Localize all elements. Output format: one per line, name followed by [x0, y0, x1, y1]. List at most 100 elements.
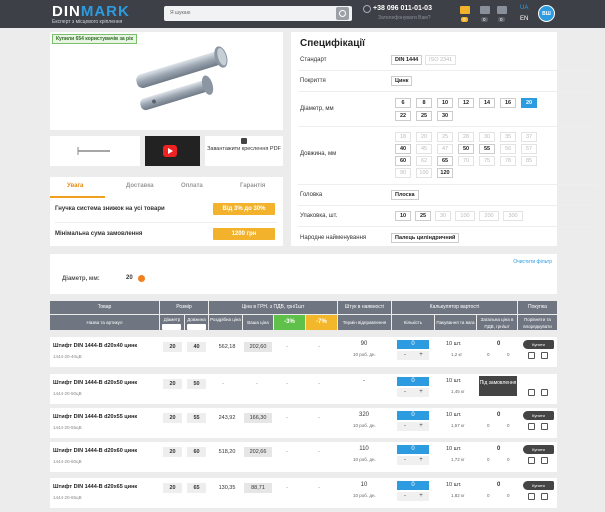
length-chip[interactable]: 47 — [437, 144, 453, 154]
length-chip[interactable]: 75 — [479, 156, 495, 166]
product-name-link[interactable]: Штифт DIN 1444-В d20х55 цинк — [53, 414, 137, 420]
favorite-icon[interactable] — [541, 457, 548, 464]
favorite-icon[interactable] — [541, 493, 548, 500]
diameter-chip[interactable]: 12 — [458, 98, 474, 108]
plus-button[interactable]: + — [413, 456, 429, 465]
search-bar[interactable]: Я шукаю — [164, 6, 352, 21]
tab-attention[interactable]: Увага — [67, 183, 83, 189]
buy-button[interactable]: Купити — [523, 411, 554, 420]
product-name-link[interactable]: Штифт DIN 1444-В d20х65 цинк — [53, 484, 137, 490]
length-chip[interactable]: 60 — [395, 156, 411, 166]
search-input[interactable]: Я шукаю — [170, 10, 190, 16]
pack-chip[interactable]: 30 — [435, 211, 451, 221]
product-name-link[interactable]: Штифт DIN 1444-В d20х60 цинк — [53, 448, 137, 454]
thumbnail-drawing[interactable] — [50, 136, 140, 166]
quantity-input[interactable]: 0 — [397, 377, 429, 386]
diameter-select[interactable] — [162, 324, 181, 330]
quantity-input[interactable]: 0 — [397, 445, 429, 454]
diameter-chip[interactable]: 25 — [416, 111, 432, 121]
search-icon[interactable] — [336, 7, 349, 20]
clear-filter-link[interactable]: Очистити фільтр — [513, 259, 552, 265]
length-chip[interactable]: 28 — [458, 132, 474, 142]
folk-chip[interactable]: Палець циліндричний — [391, 233, 460, 243]
lang-en[interactable]: EN — [520, 16, 528, 22]
length-chip[interactable]: 90 — [395, 168, 411, 178]
minus-button[interactable]: - — [397, 388, 413, 397]
compare-icon[interactable] — [480, 6, 490, 14]
plus-button[interactable]: + — [413, 351, 429, 360]
length-chip[interactable]: 25 — [437, 132, 453, 142]
product-name-link[interactable]: Штифт DIN 1444-В d20х50 цинк — [53, 380, 137, 386]
favorite-icon[interactable] — [541, 352, 548, 359]
length-chip[interactable]: 18 — [395, 132, 411, 142]
head-chip[interactable]: Плоска — [391, 190, 419, 200]
length-chip[interactable]: 100 — [416, 168, 432, 178]
diameter-chip[interactable]: 10 — [437, 98, 453, 108]
length-chip[interactable]: 65 — [437, 156, 453, 166]
lang-ua[interactable]: UA — [520, 5, 528, 11]
pack-chip[interactable]: 10 — [395, 211, 411, 221]
pack-chip[interactable]: 200 — [479, 211, 499, 221]
diameter-chip[interactable]: 8 — [416, 98, 432, 108]
buy-button[interactable]: Купити — [523, 340, 554, 349]
minus-button[interactable]: - — [397, 492, 413, 501]
plus-button[interactable]: + — [413, 492, 429, 501]
favorite-icon[interactable] — [541, 423, 548, 430]
standard-din-chip[interactable]: DIN 1444 — [391, 55, 423, 65]
length-chip[interactable]: 57 — [521, 144, 537, 154]
site-logo[interactable]: DINMARK — [52, 4, 130, 19]
length-chip[interactable]: 56 — [500, 144, 516, 154]
product-name-link[interactable]: Штифт DIN 1444-В d20х40 цинк — [53, 343, 137, 349]
compare-icon[interactable] — [528, 423, 535, 430]
video-thumbnail[interactable] — [145, 136, 200, 166]
length-chip[interactable]: 55 — [479, 144, 495, 154]
compare-icon[interactable] — [528, 389, 535, 396]
length-chip[interactable]: 62 — [416, 156, 432, 166]
length-chip[interactable]: 120 — [437, 168, 453, 178]
diameter-chip[interactable]: 30 — [437, 111, 453, 121]
compare-icon[interactable] — [528, 457, 535, 464]
coating-chip[interactable]: Цинк — [391, 76, 413, 86]
pack-chip[interactable]: 100 — [455, 211, 475, 221]
cart-icon[interactable] — [497, 6, 507, 14]
pack-chip[interactable]: 300 — [503, 211, 523, 221]
quantity-input[interactable]: 0 — [397, 481, 429, 490]
length-chip[interactable]: 20 — [416, 132, 432, 142]
buy-button[interactable]: Купити — [523, 481, 554, 490]
length-chip[interactable]: 35 — [500, 132, 516, 142]
callback-link[interactable]: Зателефонувати Вам? — [378, 15, 430, 21]
preorder-button[interactable]: Під замовлення — [479, 376, 517, 396]
length-chip[interactable]: 50 — [458, 144, 474, 154]
length-chip[interactable]: 85 — [521, 156, 537, 166]
diameter-chip[interactable]: 22 — [395, 111, 411, 121]
account-avatar[interactable]: ВШ — [538, 5, 555, 22]
diameter-chip[interactable]: 6 — [395, 98, 411, 108]
length-chip[interactable]: 78 — [500, 156, 516, 166]
plus-button[interactable]: + — [413, 422, 429, 431]
tab-payment[interactable]: Оплата — [181, 183, 203, 189]
minus-button[interactable]: - — [397, 351, 413, 360]
length-chip[interactable]: 37 — [521, 132, 537, 142]
length-chip[interactable]: 40 — [395, 144, 411, 154]
length-chip[interactable]: 30 — [479, 132, 495, 142]
length-chip[interactable]: 45 — [416, 144, 432, 154]
download-pdf-button[interactable]: Завантажити креслення PDF — [205, 136, 283, 166]
minus-button[interactable]: - — [397, 422, 413, 431]
tab-warranty[interactable]: Гарантія — [240, 183, 265, 189]
diameter-chip[interactable]: 20 — [521, 98, 537, 108]
length-chip[interactable]: 70 — [458, 156, 474, 166]
phone-number[interactable]: +38 096 011-01-03 — [373, 5, 432, 12]
diameter-chip[interactable]: 14 — [479, 98, 495, 108]
standard-iso-chip[interactable]: ISO 2341 — [425, 55, 457, 65]
plus-button[interactable]: + — [413, 388, 429, 397]
quantity-input[interactable]: 0 — [397, 340, 429, 349]
diameter-chip[interactable]: 16 — [500, 98, 516, 108]
favorite-icon[interactable] — [541, 389, 548, 396]
remove-filter-icon[interactable] — [138, 275, 145, 282]
compare-icon[interactable] — [528, 352, 535, 359]
buy-button[interactable]: Купити — [523, 445, 554, 454]
wallet-icon[interactable] — [460, 6, 470, 14]
pack-chip[interactable]: 25 — [415, 211, 431, 221]
compare-icon[interactable] — [528, 493, 535, 500]
minus-button[interactable]: - — [397, 456, 413, 465]
